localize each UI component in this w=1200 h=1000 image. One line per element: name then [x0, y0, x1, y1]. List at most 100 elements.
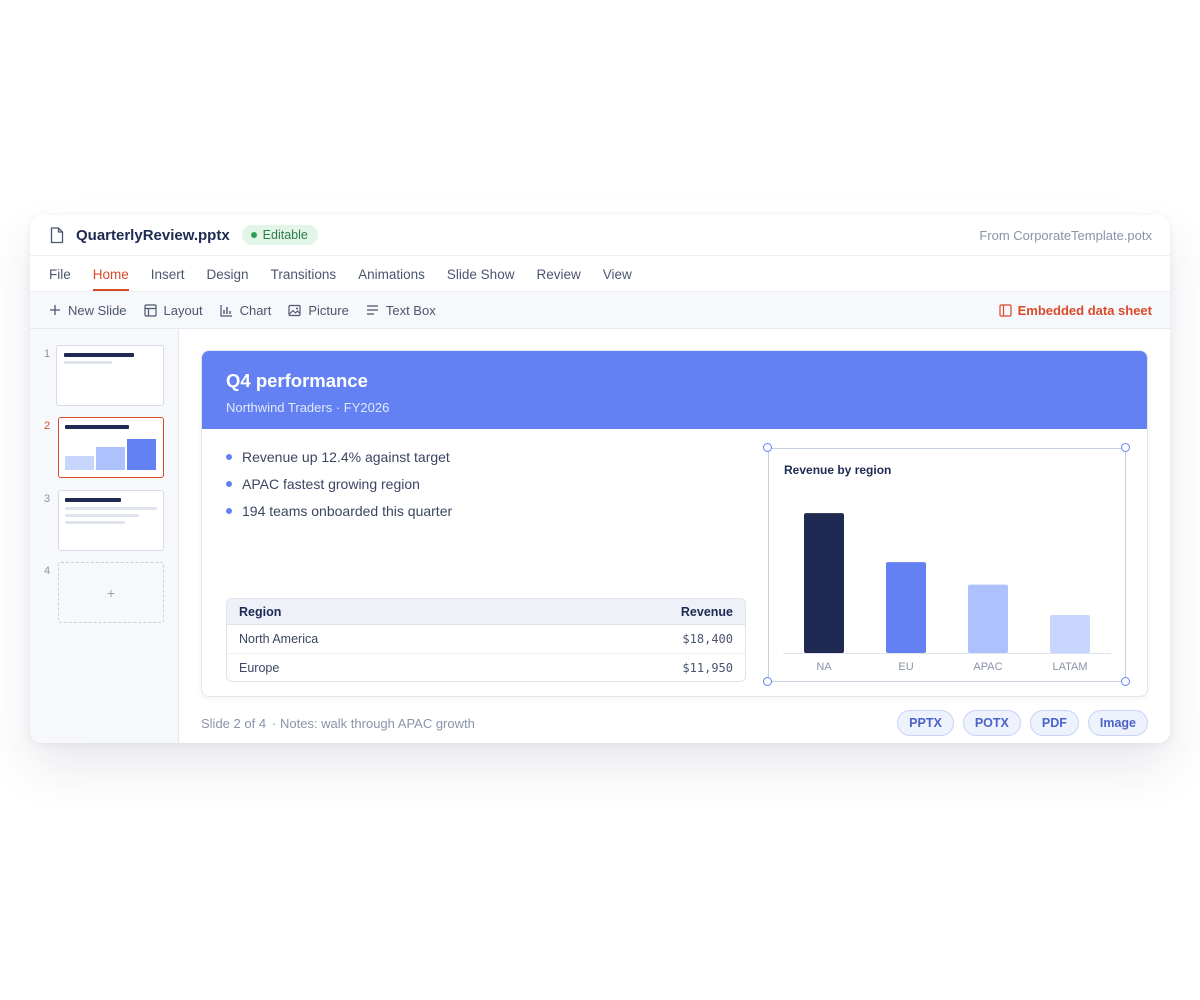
table-header: Region Revenue — [227, 599, 745, 625]
content-area: 1 2 3 4 + Q4 performance Northwind Trade… — [30, 329, 1170, 743]
table-header-region: Region — [239, 604, 282, 619]
slide-thumbnails-panel: 1 2 3 4 + — [30, 329, 179, 743]
menu-home[interactable]: Home — [92, 267, 129, 291]
new-slide-button[interactable]: New Slide — [49, 303, 127, 318]
chart-button[interactable]: Chart — [219, 302, 272, 318]
new-slide-label: New Slide — [68, 302, 127, 318]
bullet-item: APAC fastest growing region — [226, 476, 452, 492]
table-cell-region: North America — [239, 632, 319, 646]
thumb-bar — [127, 439, 156, 470]
bullet-text: Revenue up 12.4% against target — [242, 449, 450, 465]
status-footer: Slide 2 of 4 · Notes: walk through APAC … — [201, 710, 1148, 736]
data-sheet-icon — [999, 303, 1012, 317]
menu-transitions[interactable]: Transitions — [271, 267, 337, 291]
speaker-notes-preview[interactable]: · Notes: walk through APAC growth — [272, 716, 475, 731]
file-icon — [48, 226, 66, 244]
bullet-item: 194 teams onboarded this quarter — [226, 503, 452, 519]
chart-icon — [219, 304, 232, 317]
table-cell-revenue: $11,950 — [682, 660, 733, 675]
layout-button[interactable]: Layout — [143, 302, 203, 318]
layout-label: Layout — [163, 302, 203, 318]
export-image-button[interactable]: Image — [1087, 710, 1148, 736]
resize-handle-bottom-right[interactable] — [1121, 677, 1130, 686]
menu-slide-show[interactable]: Slide Show — [447, 267, 515, 291]
chart-bar-apac — [968, 584, 1008, 653]
template-source: From CorporateTemplate.potx — [979, 227, 1152, 243]
text-box-label: Text Box — [385, 302, 436, 318]
thumb-bar — [96, 447, 125, 470]
resize-handle-bottom-left[interactable] — [763, 677, 772, 686]
slide-title[interactable]: Q4 performance — [226, 370, 1123, 392]
plus-icon — [50, 305, 60, 315]
bullet-dot — [226, 454, 232, 460]
resize-handle-top-right[interactable] — [1121, 443, 1130, 452]
picture-icon — [288, 304, 301, 316]
thumb-title-bar — [65, 425, 129, 429]
chart-tick-label: APAC — [973, 661, 1002, 673]
add-slide-plus: + — [106, 584, 116, 601]
slide-thumbnail-1[interactable] — [56, 345, 164, 406]
text-box-button[interactable]: Text Box — [366, 303, 436, 318]
chart-bar-latam — [1050, 615, 1090, 653]
status-dot — [250, 232, 257, 238]
slide-subtitle[interactable]: Northwind Traders · FY2026 — [226, 400, 1123, 415]
revenue-table[interactable]: Region Revenue North America $18,400 Eur… — [226, 598, 746, 682]
thumb-text-line — [65, 507, 157, 510]
slide-stage: Q4 performance Northwind Traders · FY202… — [179, 329, 1170, 743]
app-window: QuarterlyReview.pptx Editable From Corpo… — [30, 215, 1170, 743]
menu-bar: File Home Insert Design Transitions Anim… — [30, 256, 1170, 292]
chart-label: Chart — [239, 302, 272, 318]
menu-view[interactable]: View — [603, 267, 632, 291]
thumb-number-1: 1 — [44, 348, 51, 360]
toolbar: New Slide Layout Chart Picture Text Box … — [30, 292, 1170, 329]
picture-label: Picture — [308, 302, 349, 318]
bullet-list[interactable]: Revenue up 12.4% against target APAC fas… — [226, 449, 452, 530]
chart-bar-na — [804, 513, 844, 653]
table-cell-region: Europe — [239, 660, 280, 675]
thumb-title-bar — [64, 353, 134, 357]
export-pptx-button[interactable]: PPTX — [897, 710, 954, 736]
chart-bar-eu — [886, 562, 926, 653]
menu-animations[interactable]: Animations — [358, 267, 425, 291]
menu-insert[interactable]: Insert — [151, 267, 185, 291]
chart-object[interactable]: Revenue by region NA EU APAC LATAM — [768, 448, 1126, 682]
thumb-number-3: 3 — [44, 493, 51, 505]
table-row: Europe $11,950 — [227, 653, 745, 681]
text-lines-icon — [366, 305, 378, 315]
thumb-number-2: 2 — [44, 420, 51, 432]
menu-review[interactable]: Review — [536, 267, 580, 291]
table-header-revenue: Revenue — [680, 604, 733, 619]
chart-tick-label: LATAM — [1052, 661, 1087, 673]
menu-design[interactable]: Design — [207, 267, 249, 291]
thumb-bar — [65, 456, 94, 470]
thumb-number-4: 4 — [44, 565, 51, 577]
layout-icon — [143, 303, 157, 317]
table-cell-revenue: $18,400 — [682, 632, 733, 646]
export-options: PPTX POTX PDF Image — [888, 710, 1148, 736]
embedded-data-sheet-label: Embedded data sheet — [1017, 302, 1152, 318]
add-slide-placeholder[interactable]: + — [58, 562, 164, 623]
export-pdf-button[interactable]: PDF — [1029, 710, 1079, 736]
thumb-text-line — [65, 521, 125, 524]
chart-tick-label: NA — [816, 661, 832, 673]
slide-counter: Slide 2 of 4 — [201, 715, 267, 731]
picture-button[interactable]: Picture — [288, 302, 349, 318]
export-potx-button[interactable]: POTX — [962, 710, 1021, 736]
embedded-data-sheet-button[interactable]: Embedded data sheet — [999, 303, 1152, 318]
menu-file[interactable]: File — [49, 267, 71, 291]
status-badge-label: Editable — [262, 228, 308, 242]
slide-header: Q4 performance Northwind Traders · FY202… — [202, 351, 1147, 429]
slide-thumbnail-2[interactable] — [58, 417, 164, 478]
slide-canvas[interactable]: Q4 performance Northwind Traders · FY202… — [201, 350, 1148, 697]
bar-chart: NA EU APAC LATAM — [783, 513, 1111, 673]
thumb-text-line — [65, 514, 139, 517]
bullet-dot — [226, 508, 232, 514]
bullet-item: Revenue up 12.4% against target — [226, 449, 452, 465]
slide-thumbnail-3[interactable] — [58, 490, 164, 551]
thumb-text-line — [64, 361, 112, 364]
chart-tick-label: EU — [898, 661, 913, 673]
table-row: North America $18,400 — [227, 625, 745, 653]
title-bar: QuarterlyReview.pptx Editable From Corpo… — [30, 215, 1170, 256]
resize-handle-top-left[interactable] — [763, 443, 772, 452]
document-title: QuarterlyReview.pptx — [76, 226, 230, 244]
